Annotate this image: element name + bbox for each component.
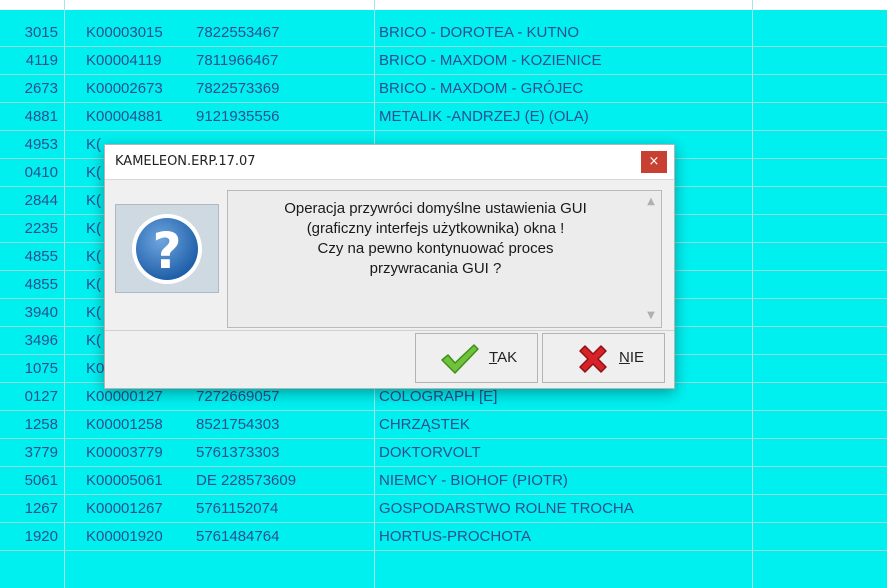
row-number-cell[interactable]: 1258 (0, 411, 58, 439)
customer-code-cell[interactable]: K00004881 (86, 103, 198, 131)
question-icon: ? (115, 204, 219, 293)
svg-text:?: ? (152, 222, 181, 280)
customer-code-cell[interactable]: K00004119 (86, 47, 198, 75)
row-number-cell[interactable]: 0127 (0, 383, 58, 411)
no-button-label: NIE (619, 349, 645, 366)
customer-name-cell[interactable]: NIEMCY - BIOHOF (PIOTR) (379, 467, 759, 495)
tax-id-cell[interactable]: 7822573369 (196, 75, 366, 103)
customer-name-cell[interactable]: BRICO - MAXDOM - GRÓJEC (379, 75, 759, 103)
customer-code-cell[interactable]: K00005061 (86, 467, 198, 495)
customer-code-cell[interactable]: K00001920 (86, 523, 198, 551)
row-number-cell[interactable]: 4855 (0, 243, 58, 271)
scroll-down-icon[interactable]: ▼ (645, 310, 657, 322)
table-row[interactable]: 5061 K00005061 DE 228573609 NIEMCY - BIOHOF… (0, 467, 887, 495)
table-row[interactable]: 1258 K00001258 8521754303 CHRZĄSTEK (0, 411, 887, 439)
x-icon (579, 345, 607, 373)
row-number-cell[interactable]: 5061 (0, 467, 58, 495)
customer-code-cell[interactable]: K00003779 (86, 439, 198, 467)
tax-id-cell[interactable]: 5761373303 (196, 439, 366, 467)
row-number-cell[interactable]: 0410 (0, 159, 58, 187)
customer-code-cell[interactable]: K00001267 (86, 495, 198, 523)
confirm-dialog: KAMELEON.ERP.17.07 × ? Operacja przywróc… (104, 144, 675, 389)
customer-code-cell[interactable]: K00002673 (86, 75, 198, 103)
customer-code-cell[interactable]: K00001258 (86, 411, 198, 439)
customer-name-cell[interactable]: BRICO - MAXDOM - KOZIENICE (379, 47, 759, 75)
customer-name-cell[interactable]: GOSPODARSTWO ROLNE TROCHA (379, 495, 759, 523)
close-button[interactable]: × (641, 151, 667, 173)
table-row[interactable]: 3015 K00003015 7822553467 BRICO - DOROTEA -… (0, 19, 887, 47)
dialog-titlebar[interactable]: KAMELEON.ERP.17.07 × (105, 145, 674, 180)
customer-name-cell[interactable]: DOKTORVOLT (379, 439, 759, 467)
customer-name-cell[interactable]: HORTUS-PROCHOTA (379, 523, 759, 551)
tax-id-cell[interactable]: 7811966467 (196, 47, 366, 75)
row-number-cell[interactable]: 3940 (0, 299, 58, 327)
row-number-cell[interactable]: 4881 (0, 103, 58, 131)
row-number-cell[interactable]: 1920 (0, 523, 58, 551)
dialog-title: KAMELEON.ERP.17.07 (115, 154, 256, 169)
row-number-cell[interactable]: 3015 (0, 19, 58, 47)
message-box[interactable]: Operacja przywróci domyślne ustawienia G… (227, 190, 662, 328)
tax-id-cell[interactable]: DE 228573609 (196, 467, 366, 495)
message-line: Czy na pewno kontynuować proces (317, 240, 554, 257)
yes-button[interactable]: TAK (415, 333, 538, 383)
scroll-up-icon[interactable]: ▲ (645, 196, 657, 208)
message-line: przywracania GUI ? (369, 260, 502, 277)
row-number-cell[interactable]: 1075 (0, 355, 58, 383)
tax-id-cell[interactable]: 8521754303 (196, 411, 366, 439)
row-number-cell[interactable]: 2844 (0, 187, 58, 215)
customer-name-cell[interactable]: BRICO - DOROTEA - KUTNO (379, 19, 759, 47)
table-row[interactable]: 1267 K00001267 5761152074 GOSPODARSTWO ROLN… (0, 495, 887, 523)
row-number-cell[interactable]: 4953 (0, 131, 58, 159)
table-row[interactable]: 3779 K00003779 5761373303 DOKTORVOLT (0, 439, 887, 467)
row-number-cell[interactable]: 4855 (0, 271, 58, 299)
row-number-cell[interactable]: 1267 (0, 495, 58, 523)
tax-id-cell[interactable]: 9121935556 (196, 103, 366, 131)
row-number-cell[interactable]: 2673 (0, 75, 58, 103)
button-row-divider (105, 330, 674, 331)
tax-id-cell[interactable]: 5761152074 (196, 495, 366, 523)
message-line: (graficzny interfejs użytkownika) okna ! (306, 220, 565, 237)
checkmark-icon (441, 344, 479, 374)
row-number-cell[interactable]: 3779 (0, 439, 58, 467)
row-number-cell[interactable]: 3496 (0, 327, 58, 355)
table-row[interactable]: 1920 K00001920 5761484764 HORTUS-PROCHOTA (0, 523, 887, 551)
table-row[interactable]: 4881 K00004881 9121935556 METALIK -ANDRZEJ … (0, 103, 887, 131)
tax-id-cell[interactable]: 7822553467 (196, 19, 366, 47)
table-row[interactable]: 4119 K00004119 7811966467 BRICO - MAXDOM - … (0, 47, 887, 75)
close-icon: × (648, 154, 660, 169)
tax-id-cell[interactable]: 5761484764 (196, 523, 366, 551)
no-button[interactable]: NIE (542, 333, 665, 383)
yes-button-label: TAK (489, 349, 518, 366)
row-number-cell[interactable]: 2235 (0, 215, 58, 243)
customer-code-cell[interactable]: K00003015 (86, 19, 198, 47)
grid-header-strip (0, 0, 887, 10)
table-row[interactable]: 2673 K00002673 7822573369 BRICO - MAXDOM - … (0, 75, 887, 103)
customer-name-cell[interactable]: CHRZĄSTEK (379, 411, 759, 439)
message-text: Operacja przywróci domyślne ustawienia G… (228, 199, 643, 279)
customer-name-cell[interactable]: METALIK -ANDRZEJ (E) (OLA) (379, 103, 759, 131)
message-line: Operacja przywróci domyślne ustawienia G… (284, 200, 587, 217)
row-number-cell[interactable]: 4119 (0, 47, 58, 75)
